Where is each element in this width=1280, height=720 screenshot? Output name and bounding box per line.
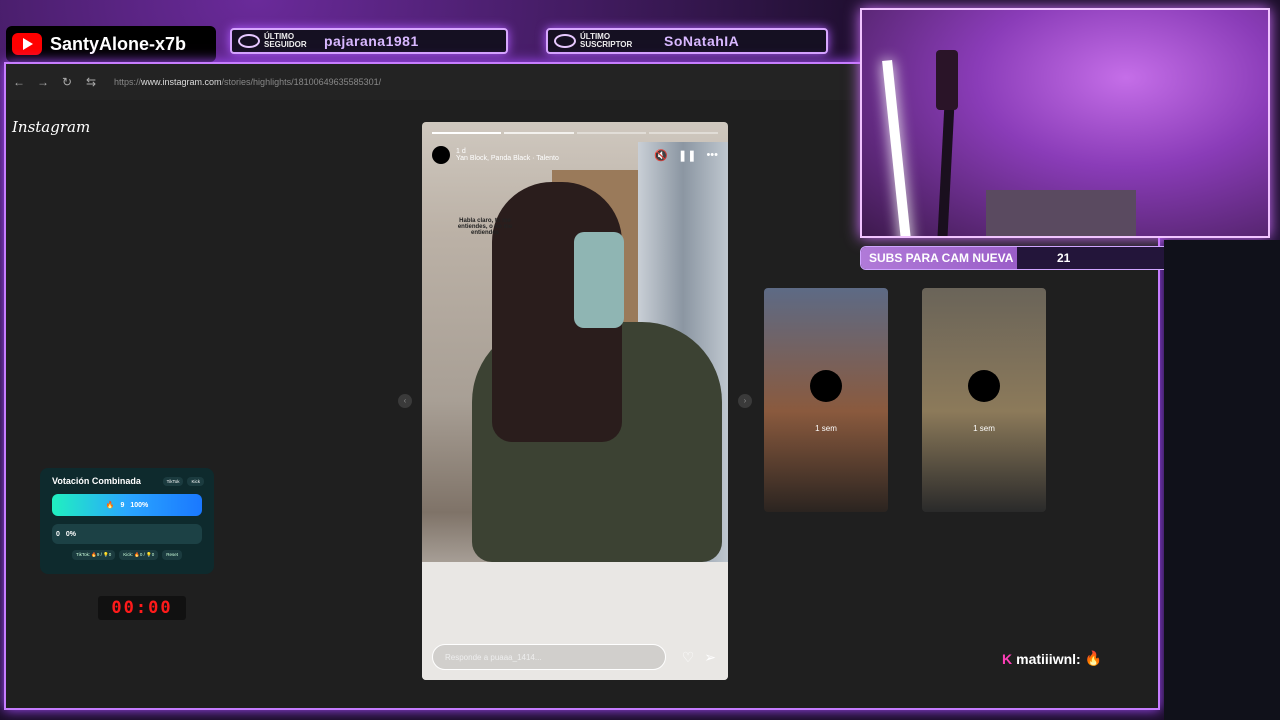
cam-led-light [882,59,912,236]
last-follower-name: pajarana1981 [324,33,419,49]
story-thumbnail[interactable]: 1 sem [764,288,888,512]
chat-user: matiiiwnl: [1016,650,1081,667]
vote-tag: Kick [187,477,204,486]
story-controls: 🔇 ❚❚ ••• [654,149,718,162]
site-settings-icon[interactable]: ⇆ [84,75,98,89]
webcam-feed [860,8,1270,238]
story-image-phone [574,232,624,328]
story-progress [432,132,718,134]
youtube-icon [12,33,42,55]
address-bar[interactable]: https://www.instagram.com/stories/highli… [114,77,381,87]
overlay-side-panel [1164,240,1280,720]
vote-percent: 100% [130,501,149,509]
story-thumbnail[interactable]: 1 sem [922,288,1046,512]
story-note-text: Habla claro, tú me entiendes, o no me en… [457,218,513,236]
send-icon[interactable]: ➢ [704,649,716,666]
mute-icon[interactable]: 🔇 [654,149,668,162]
instagram-logo[interactable]: Instagram [12,118,90,136]
vote-bar-fire: 🔥 9 100% [52,494,202,516]
vote-count: 0 [56,530,60,538]
vote-bar-other: 0 0% [52,524,202,544]
channel-name: SantyAlone-x7b [50,33,187,54]
thumbnail-avatar [810,370,842,402]
avatar[interactable] [432,146,450,164]
last-follower-label: ÚLTIMO SEGUIDOR [264,32,307,49]
last-subscriber-label: ÚLTIMO SUSCRIPTOR [580,32,633,49]
heart-icon[interactable]: ♡ [682,649,695,666]
back-icon[interactable]: ← [12,75,26,89]
vote-footer-kick: Kick: 🔥0 / 💡0 [119,550,159,560]
next-story-button[interactable]: › [738,394,752,408]
progress-segment [576,132,646,134]
subs-goal-label: SUBS PARA CAM NUEVA [869,251,1014,265]
url-prefix: https:// [114,77,142,87]
vote-tags: TikTok Kick [162,477,204,486]
vote-count: 9 [120,501,125,509]
channel-badge: SantyAlone-x7b [6,26,216,62]
fire-icon: 🔥 [105,502,115,509]
last-follower-box: ÚLTIMO SEGUIDOR pajarana1981 [230,28,508,54]
pause-icon[interactable]: ❚❚ [678,149,696,162]
thumbnail-time: 1 sem [815,424,837,433]
progress-segment [432,132,502,134]
chat-message: K matiiiwnl: 🔥 [1002,650,1102,667]
vote-reset: Reset [162,550,183,560]
vote-footer: TikTok: 🔥9 / 💡0 Kick: 🔥0 / 💡0 Reset [52,550,202,560]
forward-icon[interactable]: → [36,75,50,89]
vote-widget: Votación Combinada TikTok Kick 🔥 9 100% … [40,468,214,574]
progress-segment [648,132,718,134]
story-header: 1 d Yan Block, Panda Black · Talento 🔇 ❚… [432,142,718,168]
cam-monitor [986,190,1136,236]
reload-icon[interactable]: ↻ [60,75,74,89]
fire-icon: 🔥 [1084,650,1103,666]
eye-icon [238,34,260,48]
last-subscriber-name: SoNatahIA [664,33,740,49]
cam-guitar-head [936,50,958,110]
reply-actions: ♡ ➢ [682,649,716,666]
story-time: 1 d [456,148,466,155]
vote-percent: 0% [65,530,77,538]
more-icon[interactable]: ••• [706,149,718,162]
last-subscriber-box: ÚLTIMO SUSCRIPTOR SoNatahIA [546,28,828,54]
vote-footer-tiktok: TikTok: 🔥9 / 💡0 [71,550,116,560]
progress-segment [504,132,574,134]
eye-icon [554,34,576,48]
thumbnail-time: 1 sem [973,424,995,433]
url-path: /stories/highlights/18100649635585301/ [221,77,382,87]
countdown-timer: 00:00 [98,596,186,620]
story-viewer[interactable]: Habla claro, tú me entiendes, o no me en… [422,122,728,680]
url-domain: www.instagram.com [141,77,222,87]
thumbnail-avatar [968,370,1000,402]
story-meta: 1 d Yan Block, Panda Black · Talento [456,148,559,162]
story-music[interactable]: Yan Block, Panda Black · Talento [456,155,559,162]
prev-story-button[interactable]: ‹ [398,394,412,408]
kick-icon: K [1002,650,1013,667]
reply-input[interactable]: Responde a puaaa_1414... [432,644,666,670]
vote-tag: TikTok [162,477,184,486]
